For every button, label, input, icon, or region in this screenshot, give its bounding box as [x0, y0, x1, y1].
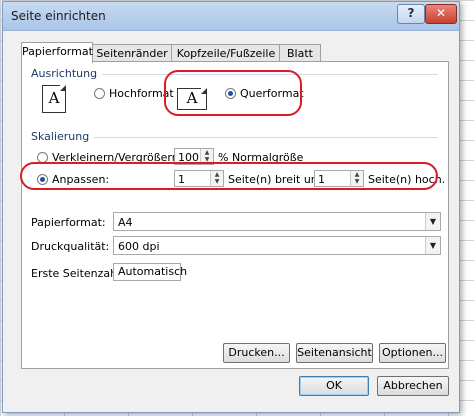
- portrait-page-icon: A: [42, 85, 66, 113]
- landscape-label[interactable]: Querformat: [240, 87, 304, 100]
- paper-size-value[interactable]: A4: [118, 216, 133, 229]
- fit-wide-spinner[interactable]: 1 ▲ ▼: [174, 170, 224, 187]
- print-button[interactable]: Drucken...: [223, 343, 290, 363]
- fit-wide-suffix: Seite(n) breit und: [228, 173, 325, 186]
- spinner-down-icon[interactable]: ▼: [201, 156, 213, 163]
- fit-tall-spinner-arrows[interactable]: ▲ ▼: [350, 171, 363, 186]
- portrait-radio[interactable]: [94, 88, 105, 99]
- chevron-down-icon[interactable]: ▼: [425, 213, 440, 230]
- tab-panel-papierformat: Ausrichtung A Hochformat A Querformat Sk…: [21, 61, 449, 369]
- ok-button[interactable]: OK: [299, 376, 369, 396]
- adjust-to-spinner-arrows[interactable]: ▲ ▼: [200, 149, 213, 164]
- spinner-up-icon[interactable]: ▲: [201, 149, 213, 156]
- spinner-up-icon[interactable]: ▲: [211, 171, 223, 178]
- scaling-divider: [94, 137, 438, 138]
- spinner-down-icon[interactable]: ▼: [351, 178, 363, 185]
- landscape-page-icon: A: [177, 88, 207, 110]
- spinner-down-icon[interactable]: ▼: [211, 178, 223, 185]
- title-bar[interactable]: Seite einrichten ? ✕: [3, 2, 459, 31]
- adjust-to-value[interactable]: 100: [178, 151, 199, 164]
- cancel-button[interactable]: Abbrechen: [377, 376, 449, 396]
- print-quality-label: Druckqualität:: [31, 240, 110, 253]
- tab-blatt[interactable]: Blatt: [279, 44, 321, 62]
- fit-tall-value[interactable]: 1: [318, 173, 325, 186]
- chevron-down-icon[interactable]: ▼: [425, 237, 440, 254]
- paper-size-label: Papierformat:: [31, 216, 106, 229]
- first-page-input[interactable]: Automatisch: [113, 263, 187, 281]
- dialog-title: Seite einrichten: [11, 9, 106, 23]
- fit-to-label[interactable]: Anpassen:: [52, 173, 109, 186]
- portrait-label[interactable]: Hochformat: [109, 87, 174, 100]
- adjust-to-spinner[interactable]: 100 ▲ ▼: [174, 148, 214, 165]
- fit-wide-spinner-arrows[interactable]: ▲ ▼: [210, 171, 223, 186]
- adjust-to-label[interactable]: Verkleinern/Vergrößern:: [52, 151, 182, 164]
- close-button[interactable]: ✕: [425, 4, 457, 24]
- orientation-group-label: Ausrichtung: [31, 67, 98, 80]
- first-page-label: Erste Seitenzahl:: [31, 267, 124, 280]
- tab-kopfzeile-fusszeile[interactable]: Kopfzeile/Fußzeile: [171, 44, 281, 62]
- orientation-divider: [102, 74, 438, 75]
- help-button[interactable]: ?: [397, 4, 425, 24]
- landscape-radio[interactable]: [225, 88, 236, 99]
- print-quality-select[interactable]: 600 dpi ▼: [113, 236, 441, 255]
- adjust-to-suffix: % Normalgröße: [218, 151, 304, 164]
- fit-wide-value[interactable]: 1: [178, 173, 185, 186]
- scaling-group-label: Skalierung: [31, 130, 90, 143]
- options-button[interactable]: Optionen...: [379, 343, 446, 363]
- fit-tall-spinner[interactable]: 1 ▲ ▼: [314, 170, 364, 187]
- fit-tall-suffix: Seite(n) hoch.: [368, 173, 446, 186]
- spinner-up-icon[interactable]: ▲: [351, 171, 363, 178]
- tab-papierformat[interactable]: Papierformat: [21, 42, 93, 63]
- paper-size-select[interactable]: A4 ▼: [113, 212, 441, 231]
- tab-seitenraender[interactable]: Seitenränder: [91, 44, 173, 62]
- adjust-to-radio[interactable]: [37, 152, 48, 163]
- fit-to-radio[interactable]: [37, 174, 48, 185]
- print-preview-button[interactable]: Seitenansicht: [296, 343, 373, 363]
- page-setup-dialog: Seite einrichten ? ✕ Papierformat Seiten…: [2, 1, 460, 413]
- print-quality-value[interactable]: 600 dpi: [118, 240, 160, 253]
